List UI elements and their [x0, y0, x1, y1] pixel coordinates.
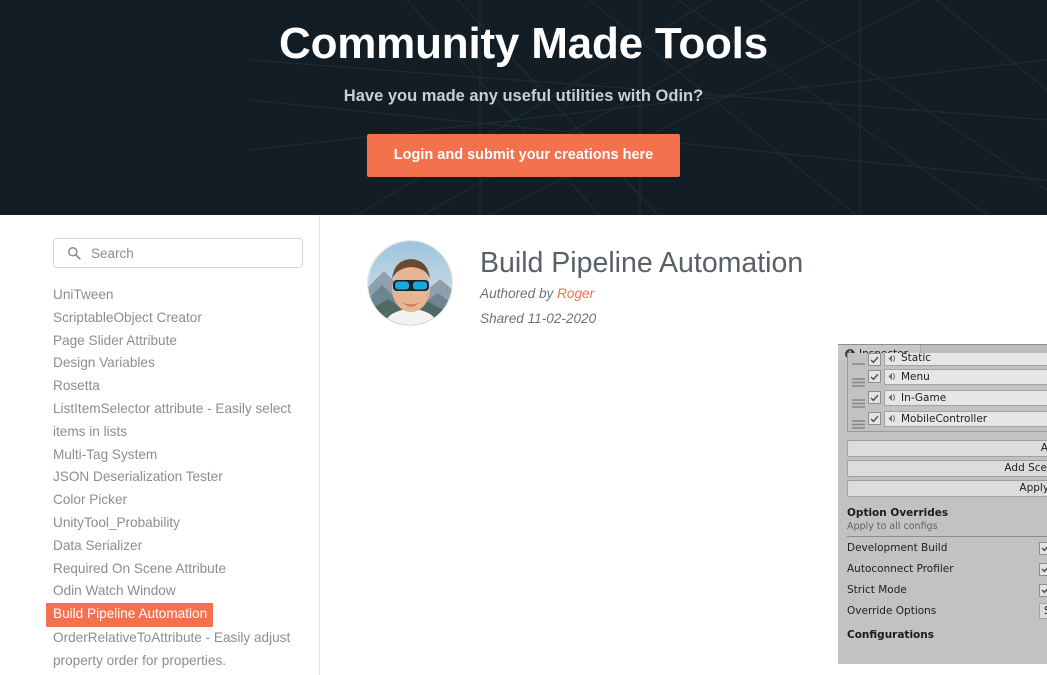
avatar: [367, 240, 453, 326]
tool-item-label: UnityTool_Probability: [53, 514, 180, 530]
inspector-body: Static Menu In-Game MobileController A A…: [838, 353, 1047, 664]
tool-item-label: UniTween: [53, 287, 114, 302]
apply-to-build-settings-button[interactable]: Apply To Build Settings: [847, 480, 1047, 497]
author-line: Authored by Roger: [480, 284, 803, 305]
tool-item-label: ListItemSelector attribute - Easily sele…: [53, 400, 291, 439]
scene-name: Static: [901, 353, 932, 364]
scene-name: In-Game: [901, 391, 947, 404]
tool-header: Build Pipeline Automation Authored by Ro…: [367, 238, 1047, 329]
shared-date: Shared 11-02-2020: [480, 310, 597, 326]
tool-item-label: ScriptableObject Creator: [53, 309, 202, 325]
list-item[interactable]: Required On Scene Attribute: [46, 558, 302, 581]
scene-field[interactable]: MobileController: [884, 410, 1047, 427]
tool-item-label: Required On Scene Attribute: [53, 560, 227, 576]
list-item[interactable]: Rosetta: [46, 375, 302, 398]
unity-scene-icon: [888, 415, 895, 422]
scene-field[interactable]: Static: [884, 353, 1047, 366]
sidebar: UniTween ScriptableObject Creator Page S…: [0, 215, 320, 675]
drag-handle-icon[interactable]: [852, 393, 865, 408]
unity-scene-icon: [888, 394, 895, 401]
tool-header-text: Build Pipeline Automation Authored by Ro…: [480, 238, 803, 329]
tool-item-label: Data Serializer: [53, 537, 143, 553]
option-label: Development Build: [847, 542, 948, 554]
list-item[interactable]: OrderRelativeToAttribute - Easily adjust…: [46, 627, 302, 673]
tool-item-label: Odin Watch Window: [53, 583, 176, 599]
list-item[interactable]: Odin Watch Window: [46, 580, 302, 603]
option-label: Autoconnect Profiler: [847, 563, 954, 575]
unity-scene-icon: [888, 354, 895, 362]
list-item[interactable]: Color Picker: [46, 489, 302, 512]
tool-item-label: Multi-Tag System: [53, 446, 158, 462]
search-box: [53, 238, 303, 268]
page-body: UniTween ScriptableObject Creator Page S…: [0, 215, 1047, 675]
tool-item-label: Design Variables: [53, 355, 155, 371]
hero-subtitle: Have you made any useful utilities with …: [343, 87, 704, 105]
table-row[interactable]: Menu: [848, 366, 1047, 387]
scene-name: Menu: [901, 370, 930, 383]
scene-field[interactable]: In-Game: [884, 389, 1047, 406]
strict-mode-checkbox[interactable]: [1039, 583, 1047, 597]
tool-item-label: Rosetta: [53, 378, 100, 394]
list-item[interactable]: ScriptableObject Creator: [46, 307, 302, 330]
authored-by-label: Authored by: [480, 286, 558, 301]
drag-handle-icon[interactable]: [852, 357, 865, 366]
tool-list: UniTween ScriptableObject Creator Page S…: [46, 284, 302, 673]
author-link[interactable]: Roger: [557, 286, 594, 301]
list-item[interactable]: Multi-Tag System: [46, 444, 302, 467]
list-item[interactable]: Page Slider Attribute: [46, 330, 302, 353]
list-item[interactable]: JSON Deserialization Tester: [46, 466, 302, 489]
drag-handle-icon[interactable]: [852, 414, 865, 429]
option-row-override-options[interactable]: Override Options Strip Debug Symbols, Co…: [847, 601, 1047, 621]
table-row[interactable]: MobileController: [848, 408, 1047, 429]
list-item[interactable]: Data Serializer: [46, 535, 302, 558]
scene-field[interactable]: Menu: [884, 368, 1047, 385]
development-build-checkbox[interactable]: [1039, 541, 1047, 555]
tool-item-label: Page Slider Attribute: [53, 332, 177, 348]
option-overrides-subheading: Apply to all configs: [847, 521, 1047, 537]
scene-enabled-checkbox[interactable]: [868, 370, 881, 383]
tool-item-label: JSON Deserialization Tester: [53, 469, 223, 485]
scene-list: Static Menu In-Game MobileController: [847, 353, 1047, 432]
list-item[interactable]: ListItemSelector attribute - Easily sele…: [46, 398, 302, 444]
page-title: Community Made Tools: [279, 19, 768, 68]
autoconnect-profiler-checkbox[interactable]: [1039, 562, 1047, 576]
table-row[interactable]: In-Game: [848, 387, 1047, 408]
configurations-heading: Configurations: [847, 629, 934, 641]
scene-enabled-checkbox[interactable]: [868, 391, 881, 404]
override-options-dropdown[interactable]: Strip Debug Symbols, Compress Textures, …: [1039, 603, 1047, 619]
add-all-scenes-button[interactable]: Add All Scenes: [847, 440, 1047, 457]
unity-inspector-window: i Inspector: [838, 344, 1047, 664]
scene-name: MobileController: [901, 412, 988, 425]
tool-item-label: Color Picker: [53, 492, 128, 508]
option-label: Strict Mode: [847, 584, 907, 596]
list-item[interactable]: UnityTool_Probability: [46, 512, 302, 535]
login-submit-button[interactable]: Login and submit your creations here: [366, 134, 681, 177]
tool-title: Build Pipeline Automation: [480, 247, 804, 279]
list-item[interactable]: Design Variables: [46, 352, 302, 375]
scene-enabled-checkbox[interactable]: [868, 353, 881, 366]
add-scenes-in-build-settings-button[interactable]: Add Scenes in Build Settings: [847, 460, 1047, 477]
main-content: Build Pipeline Automation Authored by Ro…: [320, 215, 1047, 675]
sidebar-item-build-pipeline-automation[interactable]: Build Pipeline Automation: [46, 603, 214, 627]
scene-enabled-checkbox[interactable]: [868, 412, 881, 425]
search-input[interactable]: [53, 238, 303, 268]
list-item[interactable]: UniTween: [46, 284, 302, 307]
hero-banner: Community Made Tools Have you made any u…: [0, 0, 1047, 215]
option-label: Override Options: [847, 605, 937, 617]
table-row[interactable]: Static: [848, 353, 1047, 366]
option-overrides-heading: Option Overrides: [847, 507, 949, 519]
option-row-development-build[interactable]: Development Build: [847, 538, 1047, 558]
avatar-image: [368, 241, 452, 325]
tool-item-label: OrderRelativeToAttribute - Easily adjust…: [53, 629, 291, 668]
unity-scene-icon: [888, 373, 895, 380]
option-row-autoconnect-profiler[interactable]: Autoconnect Profiler: [847, 559, 1047, 579]
drag-handle-icon[interactable]: [852, 372, 865, 387]
option-row-strict-mode[interactable]: Strict Mode: [847, 580, 1047, 600]
